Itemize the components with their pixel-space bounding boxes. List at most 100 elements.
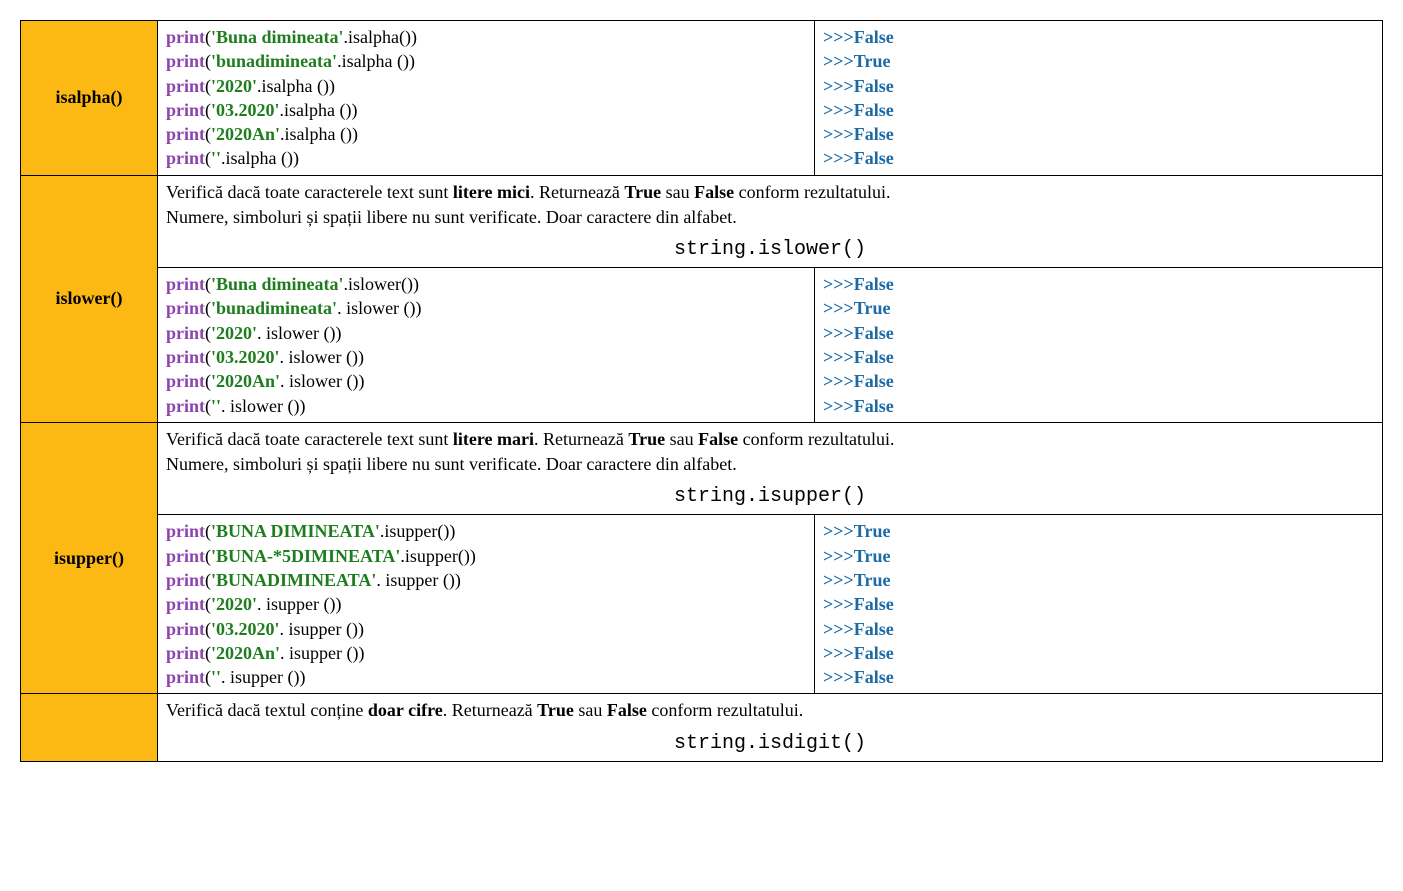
output-line: >>>True (823, 49, 1374, 73)
print-keyword: print (166, 594, 205, 614)
method-call: . islower () (280, 371, 358, 391)
close-paren: ) (336, 323, 342, 343)
text-bold: False (607, 700, 647, 720)
output-line: >>>False (823, 98, 1374, 122)
method-call: .isalpha () (257, 76, 329, 96)
string-literal: 'BUNADIMINEATA' (211, 570, 376, 590)
method-call: . isupper () (280, 643, 358, 663)
boolean-output: False (854, 100, 894, 120)
output-line: >>>True (823, 544, 1374, 568)
print-keyword: print (166, 27, 205, 47)
string-literal: '' (211, 667, 221, 687)
close-paren: ) (300, 667, 306, 687)
prompt-chevrons: >>> (823, 594, 854, 614)
code-line: print('2020'.isalpha ()) (166, 74, 806, 98)
print-keyword: print (166, 100, 205, 120)
boolean-output: True (854, 521, 891, 541)
isalpha-code-cell: print('Buna dimineata'.isalpha())print('… (158, 21, 815, 176)
output-line: >>>False (823, 74, 1374, 98)
output-line: >>>False (823, 592, 1374, 616)
prompt-chevrons: >>> (823, 347, 854, 367)
method-name-islower: islower() (21, 175, 158, 422)
text: conform rezultatului. (738, 429, 894, 449)
syntax-isupper: string.isupper() (166, 485, 1374, 508)
prompt-chevrons: >>> (823, 27, 854, 47)
close-paren: ) (358, 347, 364, 367)
output-line: >>>False (823, 369, 1374, 393)
output-line: >>>False (823, 272, 1374, 296)
boolean-output: False (854, 347, 894, 367)
syntax-isdigit: string.isdigit() (166, 732, 1374, 755)
string-literal: '2020' (211, 594, 257, 614)
close-paren: ) (293, 148, 299, 168)
code-line: print('Buna dimineata'.islower()) (166, 272, 806, 296)
code-line: print('2020'. islower ()) (166, 321, 806, 345)
method-call: . isupper () (280, 619, 358, 639)
islower-description-cell: Verifică dacă toate caracterele text sun… (158, 175, 1383, 267)
string-literal: '2020An' (211, 643, 280, 663)
code-line: print(''.isalpha ()) (166, 146, 806, 170)
isupper-output-cell: >>>True>>>True>>>True>>>False>>>False>>>… (815, 515, 1383, 694)
print-keyword: print (166, 570, 205, 590)
boolean-output: False (854, 323, 894, 343)
prompt-chevrons: >>> (823, 371, 854, 391)
string-literal: 'Buna dimineata' (211, 27, 344, 47)
prompt-chevrons: >>> (823, 51, 854, 71)
close-paren: ) (449, 521, 455, 541)
string-literal: '2020An' (211, 371, 280, 391)
print-keyword: print (166, 396, 205, 416)
boolean-output: False (854, 667, 894, 687)
code-line: print('03.2020'.isalpha ()) (166, 98, 806, 122)
row-isupper-examples: print('BUNA DIMINEATA'.isupper())print('… (21, 515, 1383, 694)
text: . Returnează (443, 700, 537, 720)
close-paren: ) (300, 396, 306, 416)
code-line: print('2020An'. isupper ()) (166, 641, 806, 665)
method-call: . isupper () (376, 570, 454, 590)
syntax-islower: string.islower() (166, 238, 1374, 261)
text-bold: False (698, 429, 738, 449)
boolean-output: False (854, 371, 894, 391)
code-line: print('03.2020'. islower ()) (166, 345, 806, 369)
string-literal: '' (211, 148, 221, 168)
string-literal: 'bunadimineata' (211, 51, 337, 71)
method-call: . islower () (280, 347, 358, 367)
print-keyword: print (166, 643, 205, 663)
islower-code-cell: print('Buna dimineata'.islower()) print('… (158, 268, 815, 423)
output-line: >>>False (823, 146, 1374, 170)
close-paren: ) (470, 546, 476, 566)
string-literal: '2020' (211, 323, 257, 343)
output-line: >>>False (823, 665, 1374, 689)
text: sau (665, 429, 698, 449)
text-bold: True (624, 182, 661, 202)
code-line: print('BUNA-*5DIMINEATA'.isupper()) (166, 544, 806, 568)
boolean-output: False (854, 148, 894, 168)
text: conform rezultatului. (734, 182, 890, 202)
output-line: >>>False (823, 345, 1374, 369)
prompt-chevrons: >>> (823, 76, 854, 96)
prompt-chevrons: >>> (823, 546, 854, 566)
close-paren: ) (411, 27, 417, 47)
code-line: print('2020An'.isalpha ()) (166, 122, 806, 146)
text-bold: doar cifre (368, 700, 443, 720)
method-call: .isupper() (400, 546, 469, 566)
output-line: >>>False (823, 641, 1374, 665)
string-literal: 'bunadimineata' (211, 298, 337, 318)
method-call: .islower() (344, 274, 413, 294)
text-bold: True (537, 700, 574, 720)
prompt-chevrons: >>> (823, 396, 854, 416)
isupper-description-cell: Verifică dacă toate caracterele text sun… (158, 422, 1383, 514)
boolean-output: False (854, 274, 894, 294)
close-paren: ) (359, 643, 365, 663)
method-call: . islower () (257, 323, 335, 343)
output-line: >>>False (823, 25, 1374, 49)
method-name-isalpha: isalpha() (21, 21, 158, 176)
prompt-chevrons: >>> (823, 323, 854, 343)
code-line: print('03.2020'. isupper ()) (166, 617, 806, 641)
boolean-output: False (854, 643, 894, 663)
string-literal: '2020' (211, 76, 257, 96)
code-line: print(''. isupper ()) (166, 665, 806, 689)
close-paren: ) (413, 274, 419, 294)
string-literal: '' (211, 396, 221, 416)
code-line: print('BUNA DIMINEATA'.isupper()) (166, 519, 806, 543)
method-call: . isupper () (257, 594, 335, 614)
